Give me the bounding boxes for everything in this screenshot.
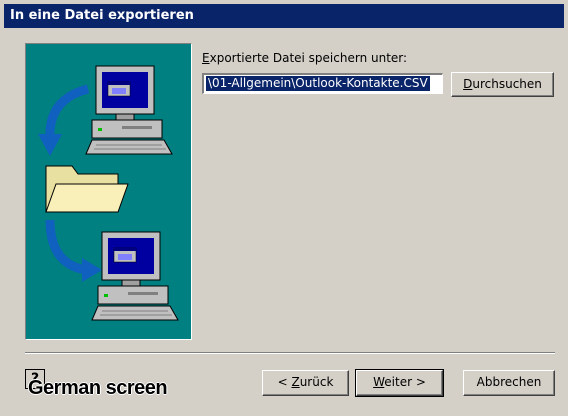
- folder-icon: [45, 165, 129, 213]
- window-title: In eine Datei exportieren: [10, 8, 194, 23]
- next-button-label: eiter >: [384, 375, 426, 389]
- export-path-value: \01-Allgemein\Outlook-Kontakte.CSV: [206, 76, 430, 91]
- back-button-label: urück: [299, 375, 334, 389]
- title-bar: In eine Datei exportieren: [4, 4, 564, 28]
- back-button[interactable]: < Zurück: [262, 370, 349, 396]
- next-button[interactable]: Weiter >: [355, 369, 444, 397]
- browse-button-accesskey: D: [463, 77, 473, 91]
- browse-button-label: urchsuchen: [472, 77, 542, 91]
- back-button-accesskey: Z: [291, 375, 300, 389]
- target-computer-icon: [91, 231, 179, 321]
- arrow-right-icon: [45, 219, 102, 282]
- export-path-label-accesskey: E: [202, 51, 210, 65]
- button-separator: [25, 352, 555, 354]
- next-button-accesskey: W: [373, 375, 385, 389]
- wizard-illustration: [25, 43, 192, 340]
- cancel-button[interactable]: Abbrechen: [463, 370, 555, 396]
- arrow-down-icon: [38, 84, 90, 156]
- export-path-input[interactable]: \01-Allgemein\Outlook-Kontakte.CSV: [202, 73, 443, 94]
- export-dialog: In eine Datei exportieren Exportierte Da…: [0, 0, 568, 416]
- browse-button[interactable]: Durchsuchen: [451, 72, 554, 97]
- back-button-prefix: <: [277, 375, 292, 389]
- export-path-label: Exportierte Datei speichern unter:: [202, 51, 407, 65]
- export-path-label-text: xportierte Datei speichern unter:: [209, 51, 408, 65]
- overlay-caption: German screen: [28, 377, 168, 399]
- source-computer-icon: [85, 65, 173, 155]
